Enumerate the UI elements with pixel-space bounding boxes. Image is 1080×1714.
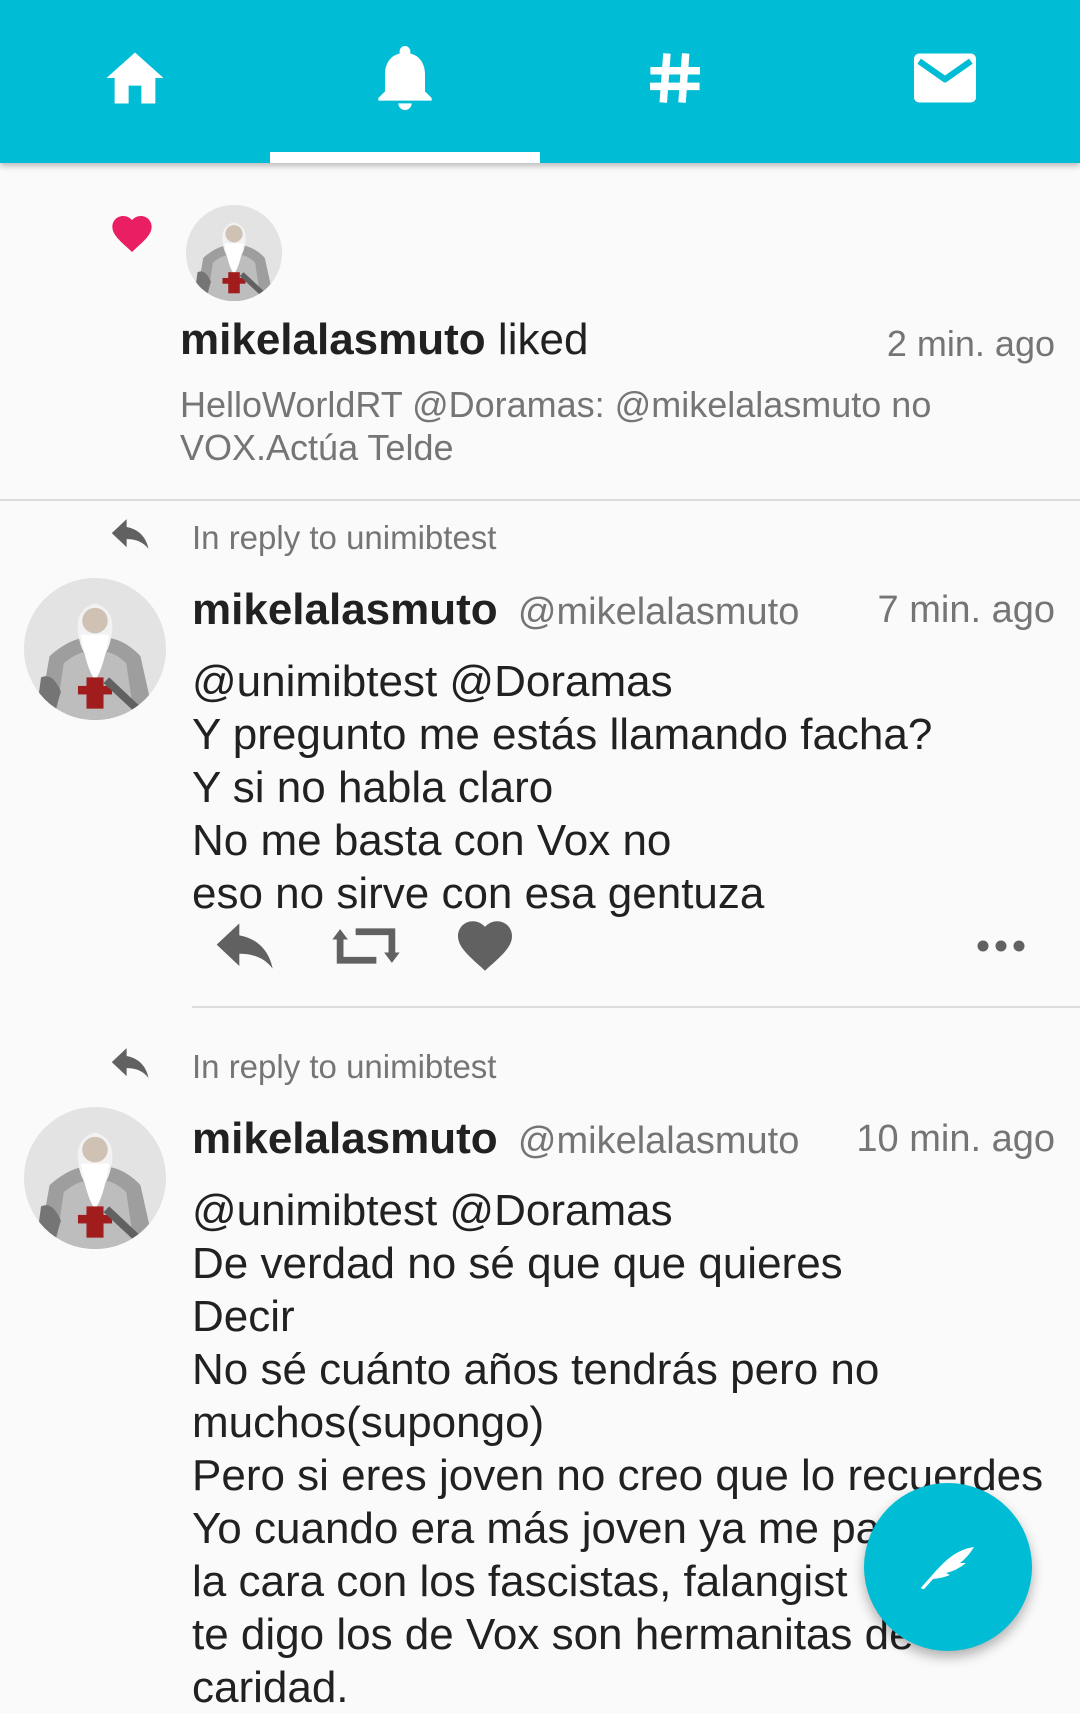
divider [192,1006,1080,1008]
quill-icon [920,1545,976,1589]
tab-messages[interactable] [810,0,1080,163]
reply-icon[interactable] [214,906,278,986]
tweet-author-name[interactable]: mikelalasmuto [192,585,498,634]
tab-home[interactable] [0,0,270,163]
notification-title: mikelalasmuto liked [180,315,588,365]
like-icon[interactable] [458,906,512,986]
tweet-text-line: No me basta con Vox no [192,816,672,865]
selected-tab-indicator [270,152,540,163]
tweet-text-line: Y pregunto me estás llamando facha? [192,710,933,759]
in-reply-to[interactable]: In reply to unimibtest [0,507,1080,567]
tweet-text-line: No sé cuánto años tendrás pero no [192,1345,880,1394]
bell-icon [378,45,432,110]
tweet-text-line: @unimibtest @Doramas [192,657,673,706]
tweet-author-handle[interactable]: @mikelalasmuto [518,1120,799,1162]
more-icon[interactable] [976,906,1026,986]
top-tab-bar [0,0,1080,163]
tweet-text-line: De verdad no sé que que quieres [192,1239,843,1288]
notification-text: HelloWorldRT @Doramas: @mikelalasmuto no… [180,384,932,468]
tweet-header: mikelalasmuto @mikelalasmuto [192,585,799,635]
notification-like[interactable]: mikelalasmuto liked 2 min. ago HelloWorl… [0,163,1080,501]
tweet-time: 7 min. ago [877,589,1055,631]
retweet-icon[interactable] [332,906,400,986]
mail-icon [914,52,976,103]
tweet-text-line: muchos(supongo) [192,1398,545,1447]
tab-notifications[interactable] [270,0,540,163]
tweet-text: @unimibtest @Doramas Y pregunto me estás… [192,655,1072,920]
tweet-header: mikelalasmuto @mikelalasmuto [192,1114,799,1164]
tweet[interactable]: In reply to unimibtest mikelalasmuto @mi… [0,507,1080,1027]
reply-small-icon [110,1048,152,1083]
compose-button[interactable] [864,1483,1032,1651]
avatar[interactable] [186,205,282,301]
notification-username[interactable]: mikelalasmuto [180,315,486,364]
tweet-author-name[interactable]: mikelalasmuto [192,1114,498,1163]
reply-small-icon [110,519,152,554]
tweet-author-handle[interactable]: @mikelalasmuto [518,591,799,633]
reply-label: In reply to unimibtest [192,1048,497,1085]
tweet-text-line: Decir [192,1292,295,1341]
avatar[interactable] [24,578,166,720]
tweet-text-line: @unimibtest @Doramas [192,1186,673,1235]
in-reply-to[interactable]: In reply to unimibtest [0,1036,1080,1096]
reply-label: In reply to unimibtest [192,519,497,556]
tweet-actions [192,906,1080,986]
hashtag-icon [650,52,700,104]
tweet-time: 10 min. ago [856,1118,1055,1160]
heart-icon [112,216,152,257]
tweet-text-line: Y si no habla claro [192,763,554,812]
tweet-text-line: caridad. [192,1663,349,1712]
notification-action: liked [497,315,589,364]
avatar[interactable] [24,1107,166,1249]
home-icon [104,50,166,106]
tab-trends[interactable] [540,0,810,163]
notification-time: 2 min. ago [886,323,1055,364]
